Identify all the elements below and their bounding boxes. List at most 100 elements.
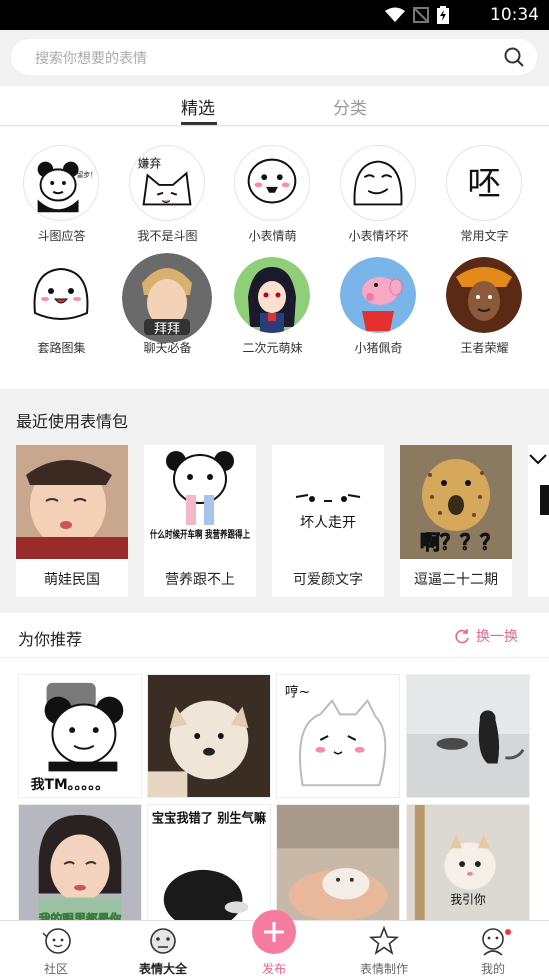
tab-underline (181, 122, 217, 125)
smile-face-icon (234, 145, 310, 221)
nav-sticker-library[interactable]: 表情大全 (108, 921, 218, 976)
category-label: 王者荣耀 (460, 341, 509, 355)
recommend-header: 为你推荐 换一换 (0, 613, 549, 658)
nav-sticker-maker[interactable]: 表情制作 (329, 921, 439, 976)
refresh-icon (455, 629, 469, 644)
recent-thumb: 坏人走开 (272, 445, 384, 559)
recent-pack-card[interactable]: 坏人走开 可爱颜文字 (272, 445, 384, 597)
nav-label: 表情制作 (359, 962, 408, 976)
meme-face-icon (150, 928, 176, 954)
no-signal-icon (413, 7, 429, 23)
nav-label: 我的 (480, 962, 505, 976)
category-item[interactable]: 呸 常用文字 (432, 145, 537, 257)
battery-charging-icon (437, 6, 449, 24)
recent-thumb: 啊？？？ (400, 445, 512, 559)
category-label: 小表情坏坏 (348, 229, 409, 243)
meme-thumbnail[interactable]: 哼~ (276, 674, 400, 798)
recent-thumb: 什么时候开车啊 我营养跟得上 (144, 445, 256, 559)
recent-thumb (528, 445, 549, 559)
recent-pack-label: 可爱颜文字 (293, 572, 363, 588)
star-icon (368, 925, 400, 955)
meme-caption: 坏人走开 (300, 515, 356, 531)
category-item[interactable]: 小表情萌 (220, 145, 325, 257)
doodle-text: 嫌弃 (138, 156, 162, 170)
category-item[interactable]: 小表情坏坏 (326, 145, 431, 257)
doodle-text: 留步！ (77, 170, 97, 179)
search-placeholder: 搜索你想要的表情 (35, 51, 147, 67)
recommend-title: 为你推荐 (18, 630, 83, 649)
category-item[interactable]: 小猪佩奇 (326, 257, 431, 369)
nav-profile[interactable]: 我的 (438, 921, 548, 976)
recent-pack-card-partial[interactable] (528, 445, 549, 597)
category-item[interactable]: 留步！ 斗图应答 (9, 145, 114, 257)
search-area: 搜索你想要的表情 (0, 30, 549, 86)
category-label: 小表情萌 (248, 229, 297, 243)
category-item[interactable]: 二次元萌妹 (220, 257, 325, 369)
game-hero-photo (446, 257, 522, 333)
search-icon[interactable] (503, 46, 525, 68)
refresh-label: 换一换 (476, 629, 518, 645)
meme-caption: 宝宝我错了 别生气嘛 (152, 811, 266, 827)
meme-thumbnail[interactable]: 我TM。。。。。 (18, 674, 142, 798)
status-time: 10:34 (490, 5, 539, 25)
nav-label: 社区 (43, 962, 68, 976)
nav-publish[interactable]: 发布 (219, 910, 329, 976)
text-glyph-icon: 呸 (446, 145, 522, 221)
nav-label: 发布 (261, 962, 286, 976)
meme-thumbnail[interactable]: 我的眼里都是你 (18, 804, 142, 928)
meme-caption: 什么时候开车啊 我营养跟得上 (150, 528, 250, 541)
category-label: 二次元萌妹 (242, 341, 303, 355)
recent-pack-label: 萌娃民国 (44, 572, 100, 588)
anime-girl-photo (234, 257, 310, 333)
recent-thumb (16, 445, 128, 559)
notification-dot (505, 929, 511, 935)
wifi-icon (385, 7, 405, 22)
nav-label: 表情大全 (138, 962, 187, 976)
recent-pack-card[interactable]: 萌娃民国 (16, 445, 128, 597)
refresh-button[interactable]: 换一换 (454, 625, 518, 647)
tabs-bar: 精选 分类 (0, 86, 549, 126)
cat-doodle-icon: 嫌弃 (129, 145, 205, 221)
recent-pack-label: 逗逼二十二期 (414, 572, 498, 588)
tab-category[interactable]: 分类 (333, 94, 367, 119)
meme-thumbnail[interactable] (147, 674, 271, 798)
recent-section: 最近使用表情包 萌娃民国 什么时候开车啊 我营养跟得上 营养跟不上 坏人走开 可… (0, 389, 549, 613)
meme-caption: 我引你 (450, 892, 486, 906)
status-icons (385, 6, 449, 24)
category-item[interactable]: 套路图集 (9, 257, 114, 369)
recent-pack-label: 营养跟不上 (165, 572, 235, 588)
search-input[interactable]: 搜索你想要的表情 (11, 39, 537, 75)
peppa-pig-photo (340, 257, 416, 333)
meme-caption: 哼~ (285, 684, 310, 701)
blob-face-icon (23, 257, 99, 333)
category-label: 我不是斗图 (137, 229, 198, 243)
meme-caption: 我TM。。。。。 (31, 777, 109, 793)
recent-title: 最近使用表情包 (16, 412, 129, 431)
status-bar: 10:34 (0, 0, 549, 30)
plus-icon (264, 922, 284, 942)
category-item[interactable]: 王者荣耀 (432, 257, 537, 369)
recent-pack-card[interactable]: 什么时候开车啊 我营养跟得上 营养跟不上 (144, 445, 256, 597)
category-label: 常用文字 (460, 229, 509, 243)
category-label: 斗图应答 (37, 229, 86, 243)
panda-face-icon: 留步！ (23, 145, 99, 221)
recent-pack-card[interactable]: 啊？？？ 逗逼二十二期 (400, 445, 512, 597)
category-grid: 留步！ 斗图应答 嫌弃 我不是斗图 小表情萌 小表情坏坏 呸 常用文字 套路图集 (0, 127, 549, 389)
tab-featured[interactable]: 精选 (181, 94, 215, 119)
chat-bubble-icon (42, 928, 71, 954)
meme-thumbnail[interactable]: 我引你 (406, 804, 530, 928)
glyph-text: 呸 (467, 164, 500, 203)
boy-photo: 拜拜 (122, 253, 212, 343)
recommend-grid: 我TM。。。。。 哼~ 我的眼里都是你 宝宝我错了 别生气嘛 我引你 (0, 658, 549, 928)
category-label: 聊天必备 (143, 341, 192, 355)
category-item[interactable]: 嫌弃 我不是斗图 (115, 145, 220, 257)
publish-button[interactable] (252, 910, 296, 954)
meme-thumbnail[interactable] (406, 674, 530, 798)
smirk-face-icon (340, 145, 416, 221)
nav-community[interactable]: 社区 (1, 921, 111, 976)
stamp-text: 拜拜 (154, 322, 180, 337)
category-item[interactable]: 拜拜 聊天必备 (115, 253, 220, 369)
meme-caption: 啊？？？ (420, 530, 500, 554)
bottom-nav: 社区 表情大全 发布 表情制作 我的 (0, 910, 549, 976)
category-label: 套路图集 (37, 341, 86, 355)
